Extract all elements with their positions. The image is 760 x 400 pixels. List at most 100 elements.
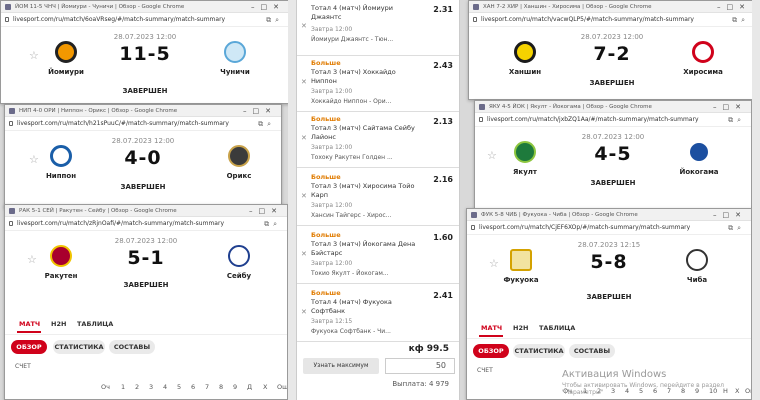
url-text[interactable]: livesport.com/ru/match/CjEF6XOp/#/match-…	[479, 224, 690, 231]
subtab-lineups[interactable]: СОСТАВЫ	[109, 340, 155, 354]
address-bar[interactable]: livesport.com/ru/match/zRjnOafi/#/match-…	[5, 217, 287, 231]
window-controls[interactable]: –□✕	[251, 1, 285, 13]
stake-input[interactable]: 50	[385, 358, 455, 374]
away-team-name[interactable]: Чуничи	[205, 68, 265, 76]
right-desktop-scrollbar[interactable]	[752, 0, 760, 400]
subtab-overview[interactable]: ОБЗОР	[11, 340, 47, 354]
max-stake-button[interactable]: Узнать максимум	[303, 358, 379, 374]
away-team-name[interactable]: Йокогама	[669, 168, 729, 176]
window-title: ЯКУ 4-5 ЙОК | Якулт - Йокогама | Обзор -…	[489, 104, 652, 110]
address-bar[interactable]: livesport.com/ru/match/CjEF6XOp/#/match-…	[467, 221, 751, 235]
away-team[interactable]: Сейбу	[209, 245, 269, 280]
url-text[interactable]: livesport.com/ru/match/h21sPuuC/#/match-…	[17, 120, 229, 127]
bet-item[interactable]: ✕ Больше Тотал 4 (матч) Фукуока Софтбанк…	[297, 286, 459, 342]
url-icons[interactable]: ⧉⌕	[266, 13, 283, 27]
url-text[interactable]: livesport.com/ru/match/vacwQLP5/#/match-…	[481, 16, 694, 23]
bet-item[interactable]: ✕ Больше Тотал 3 (матч) Хиросима Тойо Ка…	[297, 170, 459, 226]
col-header: 7	[205, 383, 210, 391]
away-team-name[interactable]: Чиба	[667, 276, 727, 284]
match-status: ЗАВЕРШЕН	[590, 179, 636, 187]
home-team-name[interactable]: Фукуока	[491, 276, 551, 284]
away-team[interactable]: Чиба	[667, 249, 727, 284]
title-bar[interactable]: НИП 4-0 ОРИ | Ниппон - Орикс | Обзор - G…	[5, 105, 281, 117]
subtab-lineups[interactable]: СОСТАВЫ	[569, 344, 615, 358]
bet-item[interactable]: ✕ Больше Тотал 3 (матч) Хоккайдо Ниппон …	[297, 56, 459, 112]
away-team-name[interactable]: Хиросима	[673, 68, 733, 76]
tab-h2h[interactable]: H2H	[51, 320, 66, 328]
window-controls[interactable]: –□✕	[243, 105, 277, 117]
away-team-name[interactable]: Орикс	[209, 172, 269, 180]
window-controls[interactable]: –□✕	[249, 205, 283, 217]
score-section-label: СЧЕТ	[15, 363, 31, 370]
window-title: РАК 5-1 СЕЙ | Ракутен - Сейбу | Обзор - …	[19, 208, 177, 214]
subtab-stats[interactable]: СТАТИСТИКА	[53, 340, 105, 354]
bet-item[interactable]: ✕ Больше Тотал 3 (матч) Сайтама Сейбу Ла…	[297, 112, 459, 168]
url-icons[interactable]: ⧉⌕	[728, 221, 745, 235]
url-text[interactable]: livesport.com/ru/match/6oaVRseg/#/match-…	[13, 16, 225, 23]
away-team-logo-icon	[224, 41, 246, 63]
title-bar[interactable]: РАК 5-1 СЕЙ | Ракутен - Сейбу | Обзор - …	[5, 205, 287, 217]
col-header: Д	[247, 383, 253, 391]
title-bar[interactable]: ХАН 7-2 ХИР | Ханшин - Хиросима | Обзор …	[469, 1, 755, 13]
url-icons[interactable]: ⧉⌕	[258, 117, 275, 131]
home-team-name[interactable]: Ракутен	[31, 272, 91, 280]
subtab-stats[interactable]: СТАТИСТИКА	[513, 344, 565, 358]
remove-bet-icon[interactable]: ✕	[301, 250, 307, 258]
browser-window-3[interactable]: РАК 5-1 СЕЙ | Ракутен - Сейбу | Обзор - …	[4, 204, 288, 400]
bet-teams: Хоккайдо Ниппон - Ори...	[311, 98, 392, 105]
url-icons[interactable]: ⧉⌕	[728, 113, 745, 127]
address-bar[interactable]: livesport.com/ru/match/6oaVRseg/#/match-…	[1, 13, 289, 27]
away-team[interactable]: Хиросима	[673, 41, 733, 76]
match-date: 28.07.2023 12:00	[581, 133, 645, 141]
browser-window-5[interactable]: ЯКУ 4-5 ЙОК | Якулт - Йокогама | Обзор -…	[474, 100, 752, 212]
subtab-overview[interactable]: ОБЗОР	[473, 344, 509, 358]
window-controls[interactable]: –□✕	[713, 101, 747, 113]
window-controls[interactable]: –□✕	[717, 1, 751, 13]
bet-item[interactable]: ✕ Тотал 4 (матч) Йомиури Джаянтс Завтра …	[297, 0, 459, 56]
bet-teams: Хансин Тайгерс - Хирос...	[311, 212, 392, 219]
tab-table[interactable]: ТАБЛИЦА	[539, 324, 575, 332]
browser-window-4[interactable]: ХАН 7-2 ХИР | Ханшин - Хиросима | Обзор …	[468, 0, 756, 100]
match-header: Ханшин 28.07.2023 12:00 7-2 ЗАВЕРШЕН Хир…	[469, 27, 755, 99]
away-team[interactable]: Орикс	[209, 145, 269, 180]
window-controls[interactable]: –□✕	[713, 209, 747, 221]
title-bar[interactable]: ФУК 5-8 ЧИБ | Фукуока - Чиба | Обзор - G…	[467, 209, 751, 221]
address-bar[interactable]: livesport.com/ru/match/vacwQLP5/#/match-…	[469, 13, 755, 27]
remove-bet-icon[interactable]: ✕	[301, 22, 307, 30]
bet-item[interactable]: ✕ Больше Тотал 3 (матч) Йокогама Дена Бэ…	[297, 228, 459, 284]
total-coefficient: кф 99.5	[408, 344, 449, 354]
away-team-name[interactable]: Сейбу	[209, 272, 269, 280]
url-text[interactable]: livesport.com/ru/match/zRjnOafi/#/match-…	[17, 220, 224, 227]
home-team-name[interactable]: Ханшин	[495, 68, 555, 76]
away-team[interactable]: Чуничи	[205, 41, 265, 76]
address-bar[interactable]: livesport.com/ru/match/jxbZQ1Aa/#/match-…	[475, 113, 751, 127]
url-icons[interactable]: ⧉⌕	[732, 13, 749, 27]
home-team-name[interactable]: Йомиури	[36, 68, 96, 76]
col-header: 4	[163, 383, 168, 391]
bet-odd: 1.60	[433, 233, 453, 242]
match-status: ЗАВЕРШЕН	[123, 281, 169, 289]
app-icon	[471, 212, 477, 218]
address-bar[interactable]: livesport.com/ru/match/h21sPuuC/#/match-…	[5, 117, 281, 131]
tab-match[interactable]: МАТЧ	[481, 324, 502, 332]
away-team[interactable]: Йокогама	[669, 141, 729, 176]
home-team-name[interactable]: Ниппон	[31, 172, 91, 180]
remove-bet-icon[interactable]: ✕	[301, 192, 307, 200]
browser-window-2[interactable]: НИП 4-0 ОРИ | Ниппон - Орикс | Обзор - G…	[4, 104, 282, 208]
score-table: СЧЕТ Оч 1 2 3 4 5 6 7 8 9 Д Х Ош	[5, 359, 287, 399]
match-header: ☆ Фукуока 28.07.2023 12:15 5-8 ЗАВЕРШЕН …	[467, 235, 751, 317]
url-icons[interactable]: ⧉⌕	[264, 217, 281, 231]
remove-bet-icon[interactable]: ✕	[301, 78, 307, 86]
url-text[interactable]: livesport.com/ru/match/jxbZQ1Aa/#/match-…	[487, 116, 699, 123]
remove-bet-icon[interactable]: ✕	[301, 308, 307, 316]
tab-table[interactable]: ТАБЛИЦА	[77, 320, 113, 328]
remove-bet-icon[interactable]: ✕	[301, 134, 307, 142]
title-bar[interactable]: ЯКУ 4-5 ЙОК | Якулт - Йокогама | Обзор -…	[475, 101, 751, 113]
desktop-scrollbar[interactable]	[288, 0, 296, 400]
tab-h2h[interactable]: H2H	[513, 324, 528, 332]
tab-match[interactable]: МАТЧ	[19, 320, 40, 328]
browser-window-1[interactable]: ЙОМ 11-5 ЧНЧ | Йомиури - Чуничи | Обзор …	[0, 0, 290, 104]
title-bar[interactable]: ЙОМ 11-5 ЧНЧ | Йомиури - Чуничи | Обзор …	[1, 1, 289, 13]
home-team-name[interactable]: Якулт	[495, 168, 555, 176]
lock-icon	[9, 221, 13, 226]
